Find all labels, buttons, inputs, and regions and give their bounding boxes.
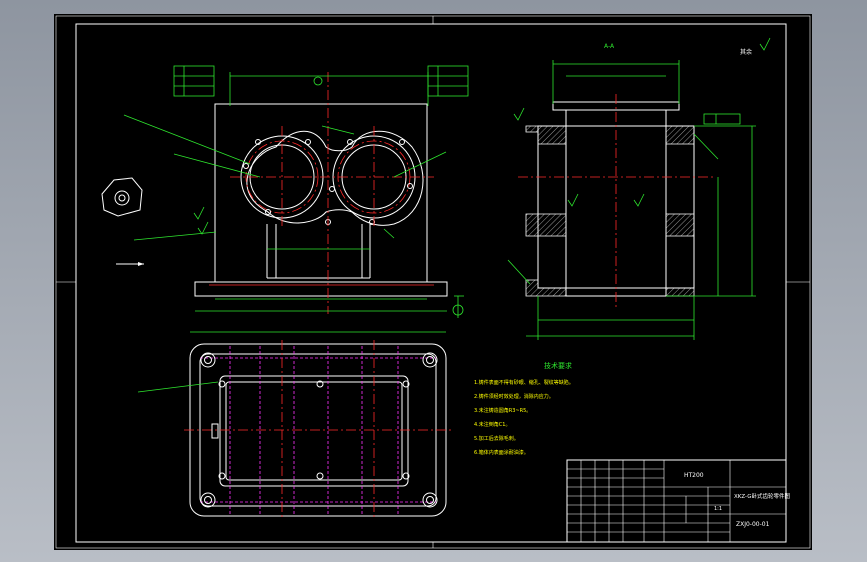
section-wall-right-top	[665, 125, 695, 145]
roughness-note: 其余	[740, 48, 752, 56]
top-view-cover	[219, 375, 409, 487]
tech-req-heading: 技术要求	[544, 361, 572, 370]
material-label: HT200	[684, 472, 704, 479]
front-bottom-dimensions	[195, 248, 464, 318]
section-roughness	[513, 37, 771, 207]
tech-req-item-6: 6.箱体内表面涂耐油漆。	[474, 449, 529, 456]
top-center-lines	[184, 340, 454, 520]
section-wall-left-mid	[525, 213, 567, 237]
roughness-marks	[193, 206, 209, 235]
base-plate	[194, 281, 448, 297]
tolerance-boxes	[173, 65, 469, 97]
scale-label: 1:1	[714, 506, 722, 512]
section-wall-right-mid	[665, 213, 695, 237]
section-wall-left-top	[525, 125, 567, 145]
section-view	[507, 37, 771, 340]
part-name-label: XKZ-G卧式齿轮零件图	[734, 492, 790, 500]
technical-requirements: 技术要求 1.铸件表面不得有砂眼、缩孔、裂纹等缺陷。 2.铸件须经时效处理，消除…	[474, 361, 574, 456]
tech-req-item-4: 4.未注倒角C1。	[474, 421, 510, 428]
front-view	[101, 65, 469, 318]
title-block: HT200 XKZ-G卧式齿轮零件图 ZXJ0-00-01 1:1	[566, 459, 790, 543]
drawing-sheet[interactable]: 技术要求 1.铸件表面不得有砂眼、缩孔、裂纹等缺陷。 2.铸件须经时效处理，消除…	[54, 14, 812, 550]
front-top-dimensions	[229, 72, 429, 106]
tech-req-item-3: 3.未注铸造圆角R3~R5。	[474, 407, 531, 414]
section-label: A-A	[604, 43, 615, 50]
top-view	[137, 331, 454, 520]
drawing-number-label: ZXJ0-00-01	[736, 521, 770, 528]
tech-req-item-2: 2.铸件须经时效处理，消除内应力。	[474, 393, 554, 400]
tech-req-item-5: 5.加工后去除毛刺。	[474, 435, 519, 442]
viewport: 技术要求 1.铸件表面不得有砂眼、缩孔、裂纹等缺陷。 2.铸件须经时效处理，消除…	[0, 0, 867, 562]
support-ribs	[266, 224, 371, 279]
drawing-canvas[interactable]: 技术要求 1.铸件表面不得有砂眼、缩孔、裂纹等缺陷。 2.铸件须经时效处理，消除…	[54, 14, 812, 550]
tech-req-item-1: 1.铸件表面不得有砂眼、缩孔、裂纹等缺陷。	[474, 379, 574, 386]
detail-view-boss	[101, 177, 143, 217]
housing-body	[214, 103, 428, 283]
